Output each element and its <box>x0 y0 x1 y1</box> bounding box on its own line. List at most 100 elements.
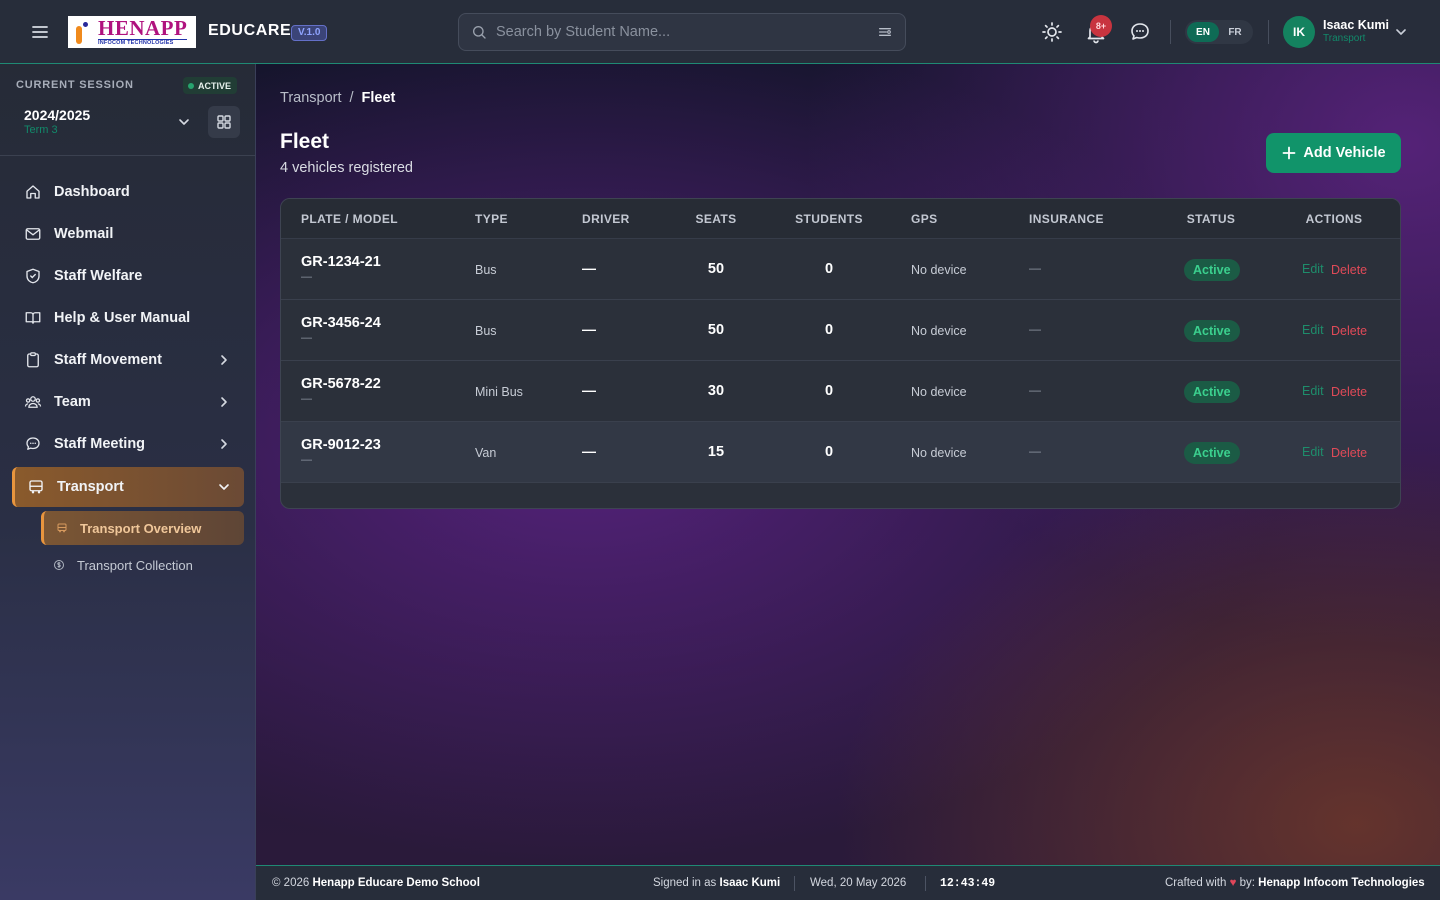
filter-icon[interactable] <box>877 24 893 40</box>
add-vehicle-button[interactable]: Add Vehicle <box>1266 133 1401 173</box>
fleet-table: PLATE / MODEL TYPE DRIVER SEATS STUDENTS… <box>280 198 1401 509</box>
add-vehicle-label: Add Vehicle <box>1303 145 1386 161</box>
heart-icon: ♥ <box>1229 877 1237 889</box>
footer-credits: Crafted with ♥ by: Henapp Infocom Techno… <box>1165 877 1425 889</box>
sidebar-subitem-transport-overview[interactable]: Transport Overview <box>41 511 244 545</box>
delete-vehicle-link[interactable]: Delete <box>1331 263 1367 277</box>
column-header-gps[interactable]: GPS <box>911 212 938 226</box>
language-en[interactable]: EN <box>1187 22 1219 42</box>
session-year[interactable]: 2024/2025 <box>24 107 90 123</box>
vehicle-model: — <box>301 454 312 466</box>
mail-icon <box>24 225 42 243</box>
status-badge: Active <box>1184 381 1240 403</box>
delete-vehicle-link[interactable]: Delete <box>1331 324 1367 338</box>
footer: © 2026 Henapp Educare Demo School Signed… <box>256 865 1440 900</box>
vehicle-plate: GR-1234-21 <box>301 254 381 270</box>
table-row[interactable]: GR-5678-22 — Mini Bus — 30 0 No device —… <box>281 361 1400 422</box>
sidebar-item-team[interactable]: Team <box>12 382 244 422</box>
logo-subtext: INFOCOM TECHNOLOGIES <box>98 39 174 46</box>
vehicle-students: 0 <box>824 261 834 277</box>
column-header-status[interactable]: STATUS <box>1187 212 1236 226</box>
footer-signed-in: Signed in as Isaac Kumi <box>653 877 780 889</box>
session-panel: CURRENT SESSION ACTIVE 2024/2025 Term 3 <box>0 64 255 156</box>
book-open-icon <box>24 309 42 327</box>
column-header-type[interactable]: TYPE <box>475 212 508 226</box>
main-content: Transport / Fleet Fleet 4 vehicles regis… <box>256 64 1440 865</box>
vehicle-model: — <box>301 393 312 405</box>
sidebar-item-staff-meeting[interactable]: Staff Meeting <box>12 424 244 464</box>
chevron-right-icon <box>216 394 232 410</box>
sidebar-item-label: Webmail <box>54 226 114 242</box>
crafted-by-company[interactable]: Henapp Infocom Technologies <box>1258 877 1425 889</box>
user-role: Transport <box>1323 33 1366 44</box>
delete-vehicle-link[interactable]: Delete <box>1331 385 1367 399</box>
sidebar-subitem-transport-collection[interactable]: Transport Collection <box>41 548 244 582</box>
vehicle-gps: No device <box>911 324 967 338</box>
vehicle-plate: GR-5678-22 <box>301 376 381 392</box>
sidebar-item-label: Staff Meeting <box>54 436 146 452</box>
column-header-students[interactable]: STUDENTS <box>795 212 863 226</box>
language-switcher[interactable]: EN FR <box>1185 20 1253 44</box>
sidebar-item-label: Transport <box>57 479 124 495</box>
vehicle-type: Bus <box>475 324 497 338</box>
edit-vehicle-link[interactable]: Edit <box>1302 445 1324 459</box>
company-logo[interactable]: HENAPP INFOCOM TECHNOLOGIES <box>68 16 196 48</box>
sidebar-item-label: Help & User Manual <box>54 310 191 326</box>
sidebar-item-staff-movement[interactable]: Staff Movement <box>12 340 244 380</box>
edit-vehicle-link[interactable]: Edit <box>1302 384 1324 398</box>
sidebar-item-help-user-manual[interactable]: Help & User Manual <box>12 298 244 338</box>
hamburger-menu-icon[interactable] <box>28 20 52 44</box>
chat-icon[interactable] <box>1128 20 1152 44</box>
vehicle-seats: 30 <box>707 383 725 399</box>
sidebar-item-staff-welfare[interactable]: Staff Welfare <box>12 256 244 296</box>
column-header-driver[interactable]: DRIVER <box>582 212 630 226</box>
crafted-prefix: Crafted with <box>1165 877 1227 889</box>
sidebar-item-label: Staff Movement <box>54 352 162 368</box>
bus-small-icon <box>56 522 68 534</box>
edit-vehicle-link[interactable]: Edit <box>1302 262 1324 276</box>
vehicle-seats: 50 <box>707 322 725 338</box>
signed-in-prefix: Signed in as <box>653 877 717 889</box>
column-header-seats[interactable]: SEATS <box>695 212 736 226</box>
table-row[interactable]: GR-1234-21 — Bus — 50 0 No device — Acti… <box>281 239 1400 300</box>
vehicle-driver: — <box>582 443 596 459</box>
language-fr[interactable]: FR <box>1219 22 1251 42</box>
session-status-badge: ACTIVE <box>183 77 238 94</box>
edit-vehicle-link[interactable]: Edit <box>1302 323 1324 337</box>
footer-copyright: © 2026 Henapp Educare Demo School <box>272 877 480 889</box>
user-menu-chevron-down-icon[interactable] <box>1393 24 1409 40</box>
table-header: PLATE / MODEL TYPE DRIVER SEATS STUDENTS… <box>281 199 1400 239</box>
grid-icon <box>216 114 232 130</box>
sidebar-item-label: Team <box>54 394 91 410</box>
delete-vehicle-link[interactable]: Delete <box>1331 446 1367 460</box>
bus-icon <box>27 478 45 496</box>
sidebar-item-webmail[interactable]: Webmail <box>12 214 244 254</box>
table-row[interactable]: GR-3456-24 — Bus — 50 0 No device — Acti… <box>281 300 1400 361</box>
column-header-insurance[interactable]: INSURANCE <box>1029 212 1104 226</box>
vehicle-type: Mini Bus <box>475 385 523 399</box>
top-bar: HENAPP INFOCOM TECHNOLOGIES EDUCARE V.1.… <box>0 0 1440 64</box>
vehicle-gps: No device <box>911 446 967 460</box>
footer-divider <box>794 876 795 891</box>
student-search-box[interactable] <box>458 13 906 51</box>
theme-sun-icon[interactable] <box>1040 20 1064 44</box>
session-chevron-down-icon[interactable] <box>176 114 192 130</box>
column-header-plate-model[interactable]: PLATE / MODEL <box>301 212 398 226</box>
user-avatar[interactable]: IK <box>1283 16 1315 48</box>
notification-count-badge: 8+ <box>1090 15 1112 37</box>
user-name[interactable]: Isaac Kumi <box>1323 18 1389 32</box>
sidebar-subitem-label: Transport Overview <box>80 520 202 536</box>
breadcrumb-fleet: Fleet <box>361 90 396 106</box>
search-input[interactable] <box>496 24 877 40</box>
vehicle-seats: 50 <box>707 261 725 277</box>
signed-in-user: Isaac Kumi <box>719 877 781 889</box>
sidebar-item-dashboard[interactable]: Dashboard <box>12 172 244 212</box>
logo-text: HENAPP <box>98 16 188 40</box>
breadcrumb-transport[interactable]: Transport <box>280 90 342 106</box>
apps-grid-button[interactable] <box>208 106 240 138</box>
table-row[interactable]: GR-9012-23 — Van — 15 0 No device — Acti… <box>281 422 1400 483</box>
vehicle-model: — <box>301 271 312 283</box>
sidebar-item-transport[interactable]: Transport <box>12 467 244 507</box>
crafted-by-prefix: by: <box>1239 877 1255 889</box>
home-icon <box>24 183 42 201</box>
